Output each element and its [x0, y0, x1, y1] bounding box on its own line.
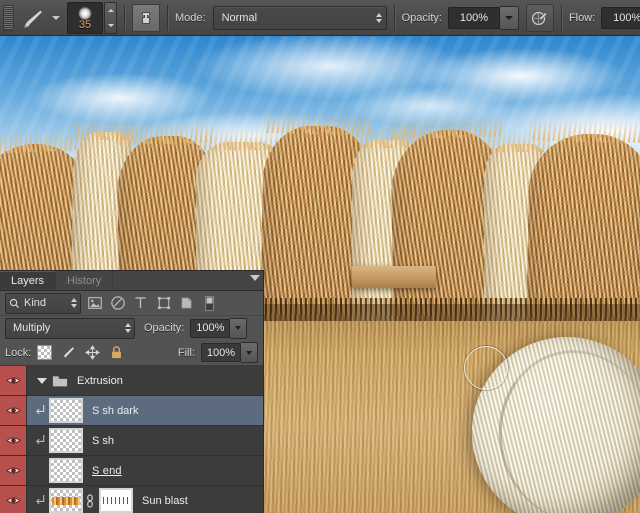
toolbar-separator-4 — [560, 4, 562, 31]
panel-tab-bar: Layers History — [0, 271, 263, 291]
brush-tip-preview-icon — [78, 6, 92, 20]
layer-opacity-input[interactable]: 100% — [190, 318, 231, 338]
layer-row-sun-blast[interactable]: Sun blast — [0, 486, 263, 513]
filter-kind-select[interactable]: Kind — [5, 292, 81, 314]
filter-kind-label: Kind — [24, 297, 47, 309]
clipping-mask-icon — [33, 494, 47, 507]
filter-icon-group — [87, 295, 217, 311]
layer-row-extrusion[interactable]: Extrusion — [0, 366, 263, 396]
tablet-pressure-opacity-icon[interactable] — [525, 3, 554, 32]
filter-smartobject-icon[interactable] — [179, 296, 194, 311]
layer-thumbnail[interactable] — [49, 458, 83, 483]
lock-row: Lock: Fill: 100% — [0, 340, 263, 366]
layer-visibility-toggle[interactable] — [0, 486, 27, 513]
layer-name[interactable]: S sh dark — [92, 405, 138, 417]
group-disclosure-icon[interactable] — [35, 377, 48, 384]
opacity-dropdown-icon[interactable] — [499, 5, 519, 30]
layer-name[interactable]: S sh — [92, 435, 114, 447]
search-icon — [9, 298, 20, 308]
tab-history-label: History — [67, 274, 102, 287]
clipping-mask-icon — [33, 434, 47, 447]
layer-thumbnail[interactable] — [49, 488, 83, 513]
filter-toggle-icon[interactable] — [202, 295, 217, 311]
layer-row-s-end[interactable]: S end — [0, 456, 263, 486]
flow-input[interactable]: 100% — [601, 6, 640, 29]
brush-cursor-circle — [464, 346, 508, 390]
airbrush-toggle-icon[interactable] — [132, 3, 160, 32]
lock-position-icon[interactable] — [85, 345, 101, 360]
drag-grip[interactable] — [3, 4, 14, 31]
lock-label: Lock: — [5, 346, 32, 359]
tab-layers-label: Layers — [11, 275, 45, 287]
toolbar-separator — [124, 4, 125, 31]
layer-thumbnail[interactable] — [49, 428, 83, 453]
layer-visibility-toggle[interactable] — [0, 456, 27, 485]
layer-fill-input[interactable]: 100% — [201, 343, 241, 362]
opacity-label: Opacity: — [401, 11, 442, 24]
layer-row-s-sh-dark[interactable]: S sh dark — [0, 396, 263, 426]
options-bar: 35 Mode: Normal Opacity: 100% Flow: 100% — [0, 0, 640, 36]
layer-visibility-toggle[interactable] — [0, 366, 27, 395]
layer-row-s-sh[interactable]: S sh — [0, 426, 263, 456]
updown-arrows-icon — [125, 323, 131, 333]
layer-visibility-toggle[interactable] — [0, 396, 27, 425]
folder-icon — [52, 374, 68, 388]
lock-all-icon[interactable] — [109, 345, 124, 360]
layer-filter-row: Kind — [0, 291, 263, 316]
updown-arrows-icon — [71, 298, 77, 308]
mode-label: Mode: — [175, 11, 206, 24]
layer-thumbnail[interactable] — [49, 398, 83, 423]
filter-shape-icon[interactable] — [156, 296, 171, 311]
bale-strap — [487, 340, 640, 513]
brush-size-stepper[interactable] — [104, 1, 117, 34]
lock-transparency-icon[interactable] — [37, 345, 53, 360]
filter-pixel-icon[interactable] — [87, 296, 102, 311]
brush-size-value: 35 — [78, 18, 92, 31]
filter-type-icon[interactable] — [133, 296, 148, 311]
clipping-mask-icon — [33, 404, 47, 417]
updown-arrows-icon — [375, 12, 382, 23]
layer-name[interactable]: Extrusion — [77, 375, 123, 387]
brush-size-field[interactable]: 35 — [67, 1, 103, 34]
layer-opacity-label: Opacity: — [144, 322, 185, 334]
layer-visibility-toggle[interactable] — [0, 426, 27, 455]
layer-opacity-dropdown-icon[interactable] — [230, 317, 248, 339]
paintbrush-icon[interactable] — [21, 5, 47, 31]
layer-fill-dropdown-icon[interactable] — [241, 342, 258, 363]
toolbar-separator-2 — [167, 4, 168, 31]
toolbar-separator-3 — [393, 4, 395, 31]
tab-history[interactable]: History — [56, 271, 114, 290]
blend-mode-row: Multiply Opacity: 100% — [0, 316, 263, 340]
layer-mask-thumbnail[interactable] — [99, 488, 133, 513]
layers-panel: Layers History Kind Multiply Opacity: 10… — [0, 270, 264, 513]
flow-label: Flow: — [568, 11, 596, 24]
lock-image-pixels-icon[interactable] — [61, 345, 76, 360]
tab-layers[interactable]: Layers — [0, 271, 57, 290]
filter-adjustment-icon[interactable] — [110, 296, 125, 311]
panel-menu-icon[interactable] — [250, 275, 260, 281]
photoshop-window: 35 Mode: Normal Opacity: 100% Flow: 100%… — [0, 0, 640, 513]
link-icon[interactable] — [84, 493, 96, 508]
brush-preset-dropdown-icon[interactable] — [52, 15, 60, 20]
opacity-input[interactable]: 100% — [447, 6, 500, 29]
blend-mode-select[interactable]: Normal — [212, 5, 387, 30]
fill-label: Fill: — [177, 346, 195, 359]
layer-blend-mode-select[interactable]: Multiply — [5, 317, 135, 339]
lock-icon-group — [37, 345, 124, 360]
layer-blend-mode-value: Multiply — [13, 322, 51, 334]
layer-list: Extrusion S sh dark S sh S end Sun blast — [0, 366, 263, 513]
layer-name[interactable]: Sun blast — [142, 495, 188, 507]
layer-name-input[interactable]: S end — [92, 465, 122, 477]
blend-mode-value: Normal — [221, 11, 258, 24]
